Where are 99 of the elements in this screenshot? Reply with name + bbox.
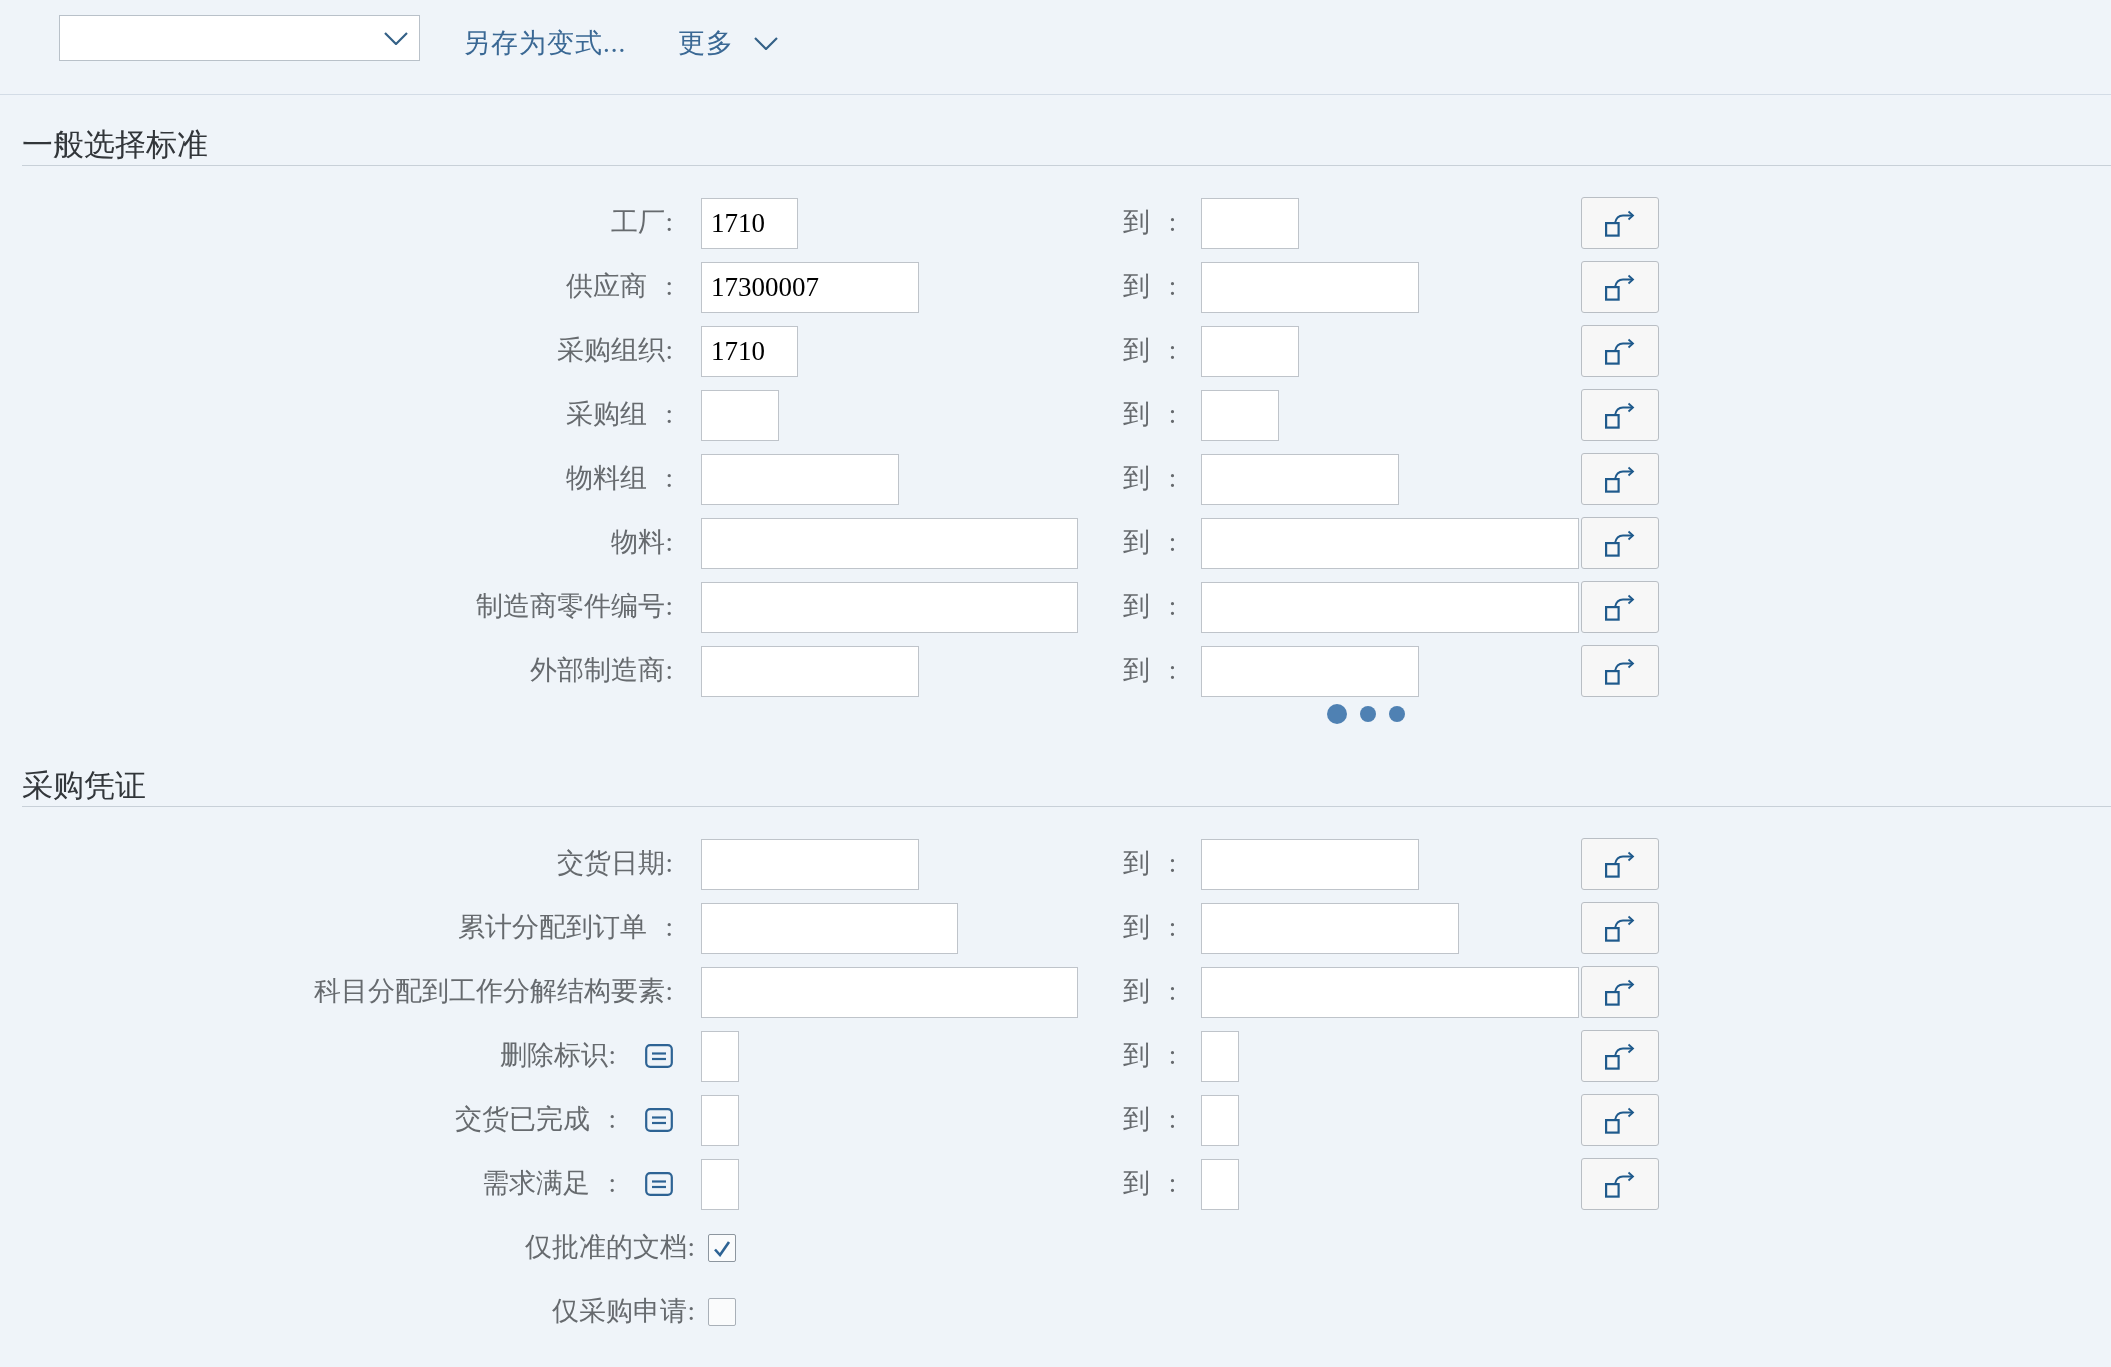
checkmark-icon <box>713 1239 731 1257</box>
to-label: 到 : <box>1123 206 1178 240</box>
multiple-selection-button[interactable] <box>1581 453 1659 505</box>
to-label: 到 : <box>1123 590 1178 624</box>
to-label: 到 : <box>1123 654 1178 688</box>
field-label: 采购组织: <box>557 334 673 368</box>
section-title: 采购凭证 <box>22 767 146 805</box>
multiple-selection-button[interactable] <box>1581 197 1659 249</box>
input-field[interactable]: 1710 <box>701 325 798 377</box>
square-arrow-icon <box>1605 209 1635 237</box>
input-field[interactable] <box>701 581 1078 633</box>
multiple-selection-button[interactable] <box>1581 261 1659 313</box>
input-field[interactable] <box>1201 453 1399 505</box>
section-title: 一般选择标准 <box>22 126 208 164</box>
to-label: 到 : <box>1123 1167 1178 1201</box>
to-label: 到 : <box>1123 462 1178 496</box>
input-field[interactable] <box>1201 1158 1239 1210</box>
input-field[interactable] <box>1201 581 1579 633</box>
square-arrow-icon <box>1605 529 1635 557</box>
input-field[interactable] <box>701 1158 739 1210</box>
to-label: 到 : <box>1123 398 1178 432</box>
chevron-down-icon <box>754 36 779 50</box>
field-label: 工厂: <box>611 206 673 240</box>
multiple-selection-button[interactable] <box>1581 517 1659 569</box>
field-label: 仅批准的文档: <box>525 1231 695 1265</box>
field-label: 外部制造商: <box>530 654 673 688</box>
multiple-selection-button[interactable] <box>1581 1094 1659 1146</box>
to-label: 到 : <box>1123 911 1178 945</box>
field-label: 科目分配到工作分解结构要素: <box>314 975 673 1009</box>
input-field[interactable] <box>701 838 919 890</box>
field-label: 交货日期: <box>557 847 673 881</box>
multiple-selection-button[interactable] <box>1581 838 1659 890</box>
field-label: 采购组 : <box>565 398 673 432</box>
to-label: 到 : <box>1123 847 1178 881</box>
to-label: 到 : <box>1123 975 1178 1009</box>
list-icon[interactable] <box>645 1108 673 1132</box>
square-arrow-icon <box>1605 1042 1635 1070</box>
square-arrow-icon <box>1605 914 1635 942</box>
to-label: 到 : <box>1123 334 1178 368</box>
checkbox[interactable] <box>708 1234 736 1262</box>
square-arrow-icon <box>1605 978 1635 1006</box>
input-field[interactable] <box>1201 1030 1239 1082</box>
more-button[interactable]: 更多 <box>678 25 779 61</box>
input-field[interactable] <box>701 517 1078 569</box>
field-label: 物料组 : <box>565 462 673 496</box>
input-field[interactable] <box>1201 838 1419 890</box>
field-label: 仅采购申请: <box>552 1295 695 1329</box>
input-field[interactable] <box>701 966 1078 1018</box>
multiple-selection-button[interactable] <box>1581 902 1659 954</box>
input-field[interactable] <box>1201 517 1579 569</box>
to-label: 到 : <box>1123 270 1178 304</box>
input-field[interactable] <box>1201 966 1579 1018</box>
square-arrow-icon <box>1605 401 1635 429</box>
input-field[interactable] <box>701 645 919 697</box>
input-field[interactable] <box>1201 325 1299 377</box>
field-label: 制造商零件编号: <box>476 590 673 624</box>
save-as-variant-button[interactable]: 另存为变式... <box>463 25 627 61</box>
square-arrow-icon <box>1605 465 1635 493</box>
to-label: 到 : <box>1123 1039 1178 1073</box>
input-field[interactable] <box>1201 261 1419 313</box>
input-field[interactable] <box>1201 197 1299 249</box>
square-arrow-icon <box>1605 1170 1635 1198</box>
field-label: 物料: <box>611 526 673 560</box>
field-label: 累计分配到订单 : <box>457 911 673 945</box>
square-arrow-icon <box>1605 337 1635 365</box>
input-field[interactable] <box>1201 389 1279 441</box>
field-label: 需求满足 : <box>481 1167 616 1201</box>
dropdown-field[interactable] <box>59 15 420 61</box>
input-field[interactable] <box>701 1094 739 1146</box>
field-label: 供应商 : <box>565 270 673 304</box>
chevron-down-icon <box>384 31 408 45</box>
square-arrow-icon <box>1605 593 1635 621</box>
list-icon[interactable] <box>645 1044 673 1068</box>
field-label: 交货已完成 : <box>454 1103 616 1137</box>
square-arrow-icon <box>1605 850 1635 878</box>
multiple-selection-button[interactable] <box>1581 389 1659 441</box>
multiple-selection-button[interactable] <box>1581 966 1659 1018</box>
multiple-selection-button[interactable] <box>1581 1158 1659 1210</box>
input-field[interactable] <box>701 1030 739 1082</box>
multiple-selection-button[interactable] <box>1581 581 1659 633</box>
input-field[interactable] <box>701 453 899 505</box>
multiple-selection-button[interactable] <box>1581 325 1659 377</box>
input-field[interactable] <box>1201 645 1419 697</box>
multiple-selection-button[interactable] <box>1581 1030 1659 1082</box>
input-field[interactable]: 1710 <box>701 197 798 249</box>
checkbox[interactable] <box>708 1298 736 1326</box>
input-field[interactable]: 17300007 <box>701 261 919 313</box>
square-arrow-icon <box>1605 273 1635 301</box>
square-arrow-icon <box>1605 1106 1635 1134</box>
input-field[interactable] <box>701 389 779 441</box>
field-label: 删除标识: <box>500 1039 616 1073</box>
input-field[interactable] <box>701 902 958 954</box>
to-label: 到 : <box>1123 1103 1178 1137</box>
to-label: 到 : <box>1123 526 1178 560</box>
list-icon[interactable] <box>645 1172 673 1196</box>
square-arrow-icon <box>1605 657 1635 685</box>
input-field[interactable] <box>1201 1094 1239 1146</box>
multiple-selection-button[interactable] <box>1581 645 1659 697</box>
input-field[interactable] <box>1201 902 1459 954</box>
